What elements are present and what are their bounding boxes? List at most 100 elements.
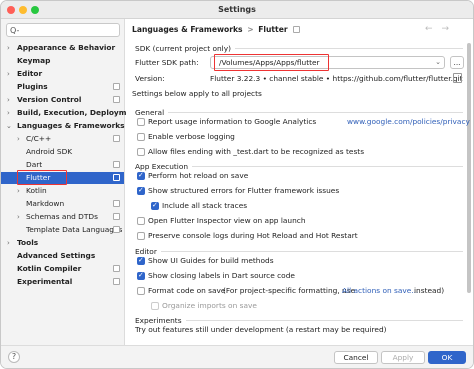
organize-imports-label: Organize imports on save xyxy=(162,301,257,310)
general-heading: General xyxy=(135,108,169,117)
sidebar-item-editor[interactable]: › Editor xyxy=(1,68,124,80)
help-button[interactable]: ? xyxy=(8,351,20,363)
sidebar-item-cpp[interactable]: › C/C++ xyxy=(1,133,124,145)
app-execution-group: App Execution xyxy=(135,162,463,171)
forward-arrow-icon[interactable]: → xyxy=(441,24,449,34)
breadcrumb-parent[interactable]: Languages & Frameworks xyxy=(132,25,243,34)
structured-errors-checkbox[interactable] xyxy=(137,186,145,195)
project-settings-icon xyxy=(113,83,120,90)
chevron-right-icon: › xyxy=(17,213,20,221)
project-settings-icon xyxy=(113,226,120,233)
project-settings-icon xyxy=(113,265,120,272)
browse-button[interactable]: ... xyxy=(450,56,464,69)
cancel-button[interactable]: Cancel xyxy=(334,351,378,364)
chevron-right-icon: › xyxy=(17,187,20,195)
project-settings-icon xyxy=(293,26,301,33)
sidebar-item-kotlin[interactable]: › Kotlin xyxy=(1,185,124,197)
analytics-checkbox[interactable] xyxy=(137,118,145,126)
experiments-heading: Experiments xyxy=(135,316,186,325)
format-note: (For project-specific formatting, use xyxy=(223,286,356,295)
analytics-label: Report usage information to Google Analy… xyxy=(148,117,317,126)
version-value: Flutter 3.22.3 • channel stable • https:… xyxy=(210,74,463,83)
flutter-highlight-box xyxy=(17,170,67,185)
search-input[interactable]: Q- xyxy=(6,23,120,37)
structured-errors-label: Show structured errors for Flutter frame… xyxy=(148,186,340,195)
sidebar: Q- › Appearance & Behavior Keymap › Editor… xyxy=(1,19,140,345)
window-title: Settings xyxy=(218,5,256,14)
ui-guides-label: Show UI Guides for build methods xyxy=(148,256,274,265)
project-settings-icon xyxy=(113,278,120,285)
chevron-right-icon: › xyxy=(17,135,20,143)
chevron-right-icon: › xyxy=(7,96,10,104)
hot-reload-checkbox[interactable] xyxy=(137,171,145,180)
chevron-right-icon: › xyxy=(7,109,10,117)
chevron-right-icon: › xyxy=(7,239,10,247)
breadcrumb-current: Flutter xyxy=(258,25,288,34)
sidebar-item-experimental[interactable]: Experimental xyxy=(1,276,124,288)
project-settings-icon xyxy=(113,135,120,142)
experiments-group: Experiments xyxy=(135,316,463,325)
privacy-link[interactable]: www.google.com/policies/privacy xyxy=(347,117,470,127)
hot-reload-label: Perform hot reload on save xyxy=(148,171,249,180)
project-settings-icon xyxy=(113,96,120,103)
sidebar-item-languages[interactable]: ⌄ Languages & Frameworks xyxy=(1,120,125,132)
main-panel: Languages & Frameworks > Flutter ← → SDK… xyxy=(126,19,473,345)
verbose-logging-checkbox[interactable] xyxy=(137,133,145,141)
project-settings-icon xyxy=(113,213,120,220)
title-bar: Settings xyxy=(1,1,473,19)
general-group: General xyxy=(135,108,463,117)
stack-traces-checkbox[interactable] xyxy=(151,201,159,210)
sidebar-item-version-control[interactable]: › Version Control xyxy=(1,94,124,106)
sidebar-item-markdown[interactable]: Markdown xyxy=(1,198,124,210)
project-settings-icon xyxy=(113,174,120,181)
scrollbar[interactable] xyxy=(467,43,471,293)
verbose-logging-label: Enable verbose logging xyxy=(148,132,235,141)
format-note-end: instead) xyxy=(414,286,445,295)
nav-arrows: ← → xyxy=(425,24,449,34)
sdk-heading: SDK (current project only) xyxy=(135,44,235,53)
sidebar-item-advanced[interactable]: Advanced Settings xyxy=(1,250,124,262)
chevron-down-icon: ⌄ xyxy=(6,122,12,130)
closing-labels-checkbox[interactable] xyxy=(137,271,145,280)
app-execution-heading: App Execution xyxy=(135,162,193,171)
search-icon: Q- xyxy=(10,26,20,35)
sdk-path-label: Flutter SDK path: xyxy=(135,58,199,67)
sdk-path-highlight-box xyxy=(214,54,329,71)
organize-imports-checkbox[interactable] xyxy=(151,302,159,310)
apply-button[interactable]: Apply xyxy=(381,351,425,364)
version-label: Version: xyxy=(135,74,165,83)
editor-heading: Editor xyxy=(135,247,161,256)
breadcrumb-separator: > xyxy=(247,25,254,34)
sidebar-item-keymap[interactable]: Keymap xyxy=(1,55,124,67)
sidebar-item-tools[interactable]: › Tools xyxy=(1,237,124,249)
sdk-group: SDK (current project only) xyxy=(135,44,463,53)
closing-labels-label: Show closing labels in Dart source code xyxy=(148,271,295,280)
inspector-checkbox[interactable] xyxy=(137,217,145,225)
copy-icon[interactable] xyxy=(453,73,462,83)
sidebar-item-schemas[interactable]: › Schemas and DTDs xyxy=(1,211,124,223)
chevron-down-icon[interactable]: ⌄ xyxy=(435,57,441,68)
back-arrow-icon[interactable]: ← xyxy=(425,24,433,34)
format-code-checkbox[interactable] xyxy=(137,287,145,295)
sidebar-item-build[interactable]: › Build, Execution, Deployment xyxy=(1,107,140,119)
format-code-label: Format code on save xyxy=(148,286,226,295)
sidebar-item-template-data[interactable]: Template Data Languages xyxy=(1,224,124,236)
chevron-right-icon: › xyxy=(7,70,10,78)
test-files-checkbox[interactable] xyxy=(137,148,145,156)
ok-button[interactable]: OK xyxy=(428,351,466,364)
sidebar-item-appearance[interactable]: › Appearance & Behavior xyxy=(1,42,124,54)
sidebar-item-plugins[interactable]: Plugins xyxy=(1,81,124,93)
sidebar-item-android-sdk[interactable]: Android SDK xyxy=(1,146,124,158)
all-actions-on-save-link[interactable]: All actions on save... xyxy=(342,286,418,296)
test-files-label: Allow files ending with _test.dart to be… xyxy=(148,147,365,156)
preserve-logs-label: Preserve console logs during Hot Reload … xyxy=(148,231,358,240)
breadcrumb: Languages & Frameworks > Flutter xyxy=(132,25,301,34)
ui-guides-checkbox[interactable] xyxy=(137,256,145,265)
footer-bar: ? Cancel Apply OK xyxy=(1,345,473,368)
sidebar-item-kotlin-compiler[interactable]: Kotlin Compiler xyxy=(1,263,124,275)
stack-traces-label: Include all stack traces xyxy=(162,201,248,210)
experiments-note: Try out features still under development… xyxy=(135,325,387,334)
settings-window: Settings Q- › Appearance & Behavior Keyma… xyxy=(0,0,474,369)
preserve-logs-checkbox[interactable] xyxy=(137,232,145,240)
project-settings-icon xyxy=(113,200,120,207)
